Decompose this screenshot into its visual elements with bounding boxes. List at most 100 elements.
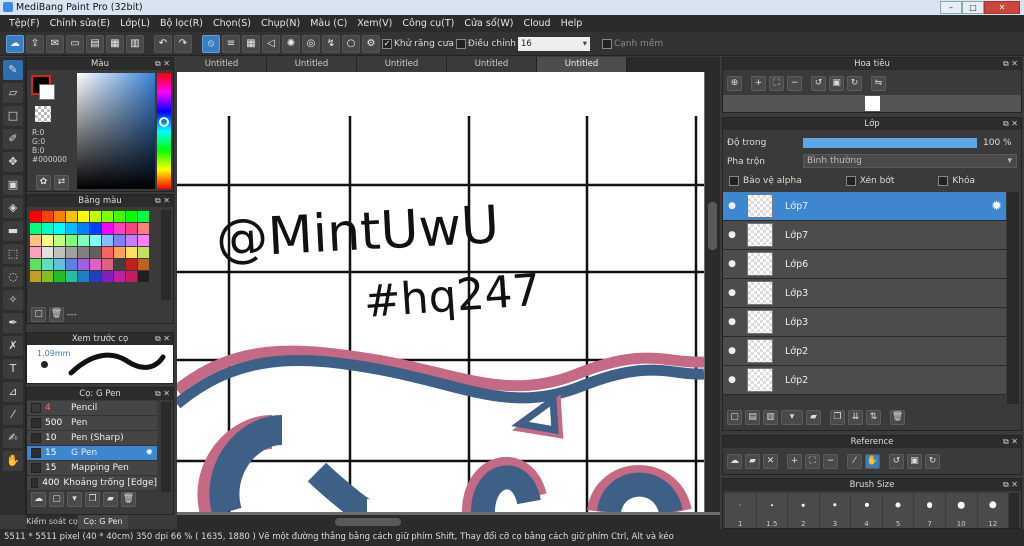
- brush-item[interactable]: 4 Pencil: [27, 401, 157, 416]
- menu-item-9[interactable]: Cửa sổ(W): [459, 18, 518, 29]
- brush-delete-icon[interactable]: 🗑: [121, 492, 136, 507]
- snap-off-icon[interactable]: ⦸: [202, 34, 220, 53]
- menu-item-1[interactable]: Chỉnh sửa(E): [45, 18, 116, 29]
- layer-row[interactable]: ● Lớp3: [723, 308, 1006, 337]
- layer-add-menu-icon[interactable]: ▾: [781, 410, 803, 425]
- brush-settings-icon[interactable]: ✹: [145, 448, 153, 458]
- palette-swatch[interactable]: [126, 259, 137, 270]
- palette-swatch[interactable]: [126, 271, 137, 282]
- palette-swatch[interactable]: [90, 223, 101, 234]
- palette-swatch[interactable]: [54, 259, 65, 270]
- layer-visibility-icon[interactable]: ●: [723, 230, 741, 240]
- ref-reset-icon[interactable]: ▣: [907, 454, 922, 469]
- palette-swatch[interactable]: [42, 247, 53, 258]
- palette-scrollbar[interactable]: [161, 210, 171, 300]
- menu-item-2[interactable]: Lớp(L): [115, 18, 155, 29]
- magic-wand-icon[interactable]: ✧: [3, 290, 23, 310]
- layer-row[interactable]: ● Lớp3: [723, 279, 1006, 308]
- document-tab[interactable]: Untitled: [447, 57, 537, 72]
- palette-swatch[interactable]: [42, 235, 53, 246]
- palette-swatch[interactable]: [90, 271, 101, 282]
- page-icon[interactable]: ▥: [126, 34, 144, 53]
- brush-item[interactable]: 15 G Pen ✹: [27, 446, 157, 461]
- brush-folder-icon[interactable]: ▰: [103, 492, 118, 507]
- secondary-color[interactable]: [39, 84, 55, 100]
- layer-row[interactable]: ● Lớp2: [723, 337, 1006, 366]
- brush-size-scrollbar[interactable]: [1009, 493, 1019, 528]
- palette-swatch[interactable]: [90, 259, 101, 270]
- clipping-checkbox[interactable]: [845, 176, 856, 186]
- hue-slider[interactable]: [157, 73, 171, 189]
- redo-icon[interactable]: ↷: [174, 34, 192, 53]
- snap-grid-icon[interactable]: ▦: [242, 34, 260, 53]
- select-pen-icon[interactable]: ✒: [3, 313, 23, 333]
- settings-icon[interactable]: ⚙: [362, 34, 380, 53]
- canvas-drawing[interactable]: @MintUwU #hq247: [177, 72, 704, 512]
- color-wheel-icon[interactable]: ✿: [36, 175, 51, 190]
- brush-size-cell[interactable]: 12: [977, 493, 1009, 528]
- palette-swatch[interactable]: [54, 223, 65, 234]
- palette-swatch[interactable]: [102, 223, 113, 234]
- layer-visibility-icon[interactable]: ●: [723, 259, 741, 269]
- brush-scrollbar[interactable]: [161, 402, 171, 492]
- adjust-checkbox[interactable]: [455, 38, 466, 49]
- lock-checkbox[interactable]: [938, 176, 949, 186]
- palette-swatch[interactable]: [102, 211, 113, 222]
- ref-hand-icon[interactable]: ✋: [865, 454, 880, 469]
- menu-item-3[interactable]: Bộ lọc(R): [155, 18, 208, 29]
- select-tool-icon[interactable]: ⬚: [3, 244, 23, 264]
- palette-swatch[interactable]: [138, 271, 149, 282]
- brush-size-cell[interactable]: 3: [819, 493, 851, 528]
- ref-rotate-right-icon[interactable]: ↻: [925, 454, 940, 469]
- palette-swatch[interactable]: [138, 235, 149, 246]
- gradient-tool-icon[interactable]: ▬: [3, 221, 23, 241]
- ref-fit-icon[interactable]: ⛶: [805, 454, 820, 469]
- eyedropper-icon[interactable]: ⁄: [3, 405, 23, 425]
- palette-swatch[interactable]: [114, 211, 125, 222]
- palette-swatch[interactable]: [54, 247, 65, 258]
- brush-tool-icon[interactable]: ✎: [3, 60, 23, 80]
- nav-rotate-left-icon[interactable]: ↺: [811, 76, 826, 91]
- ref-open-icon[interactable]: ▰: [745, 454, 760, 469]
- comment-icon[interactable]: ✉: [46, 34, 64, 53]
- palette-swatch[interactable]: [114, 235, 125, 246]
- palette-swatch[interactable]: [66, 271, 77, 282]
- palette-swatch[interactable]: [78, 223, 89, 234]
- layer-move-icon[interactable]: ⇅: [866, 410, 881, 425]
- palette-swatch[interactable]: [114, 223, 125, 234]
- palette-swatch[interactable]: [54, 211, 65, 222]
- navigator-preview[interactable]: [723, 95, 1021, 112]
- layer-merge-icon[interactable]: ⇊: [848, 410, 863, 425]
- palette-swatch[interactable]: [90, 235, 101, 246]
- palette-swatch[interactable]: [78, 271, 89, 282]
- document-tab[interactable]: Untitled: [267, 57, 357, 72]
- palette-swatch[interactable]: [138, 223, 149, 234]
- palette-swatch[interactable]: [114, 271, 125, 282]
- layer-visibility-icon[interactable]: ●: [723, 346, 741, 356]
- maximize-button[interactable]: □: [962, 1, 984, 14]
- blend-select[interactable]: Bình thường ▾: [803, 154, 1017, 168]
- palette-swatch[interactable]: [126, 211, 137, 222]
- palette-swatch[interactable]: [78, 211, 89, 222]
- cloud-icon[interactable]: ☁: [6, 34, 24, 53]
- palette-swatch[interactable]: [90, 211, 101, 222]
- ref-zoom-out-icon[interactable]: −: [823, 454, 838, 469]
- layer-visibility-icon[interactable]: ●: [723, 317, 741, 327]
- ref-eyedropper-icon[interactable]: ⁄: [847, 454, 862, 469]
- brush-new-icon[interactable]: ▢: [49, 492, 64, 507]
- ref-close-icon[interactable]: ✕: [763, 454, 778, 469]
- nav-zoom-fit-icon[interactable]: ⊕: [727, 76, 742, 91]
- undo-icon[interactable]: ↶: [154, 34, 172, 53]
- layer-visibility-icon[interactable]: ●: [723, 201, 741, 211]
- palette-swatch[interactable]: [102, 259, 113, 270]
- brush-item[interactable]: 15 Mapping Pen: [27, 461, 157, 476]
- palette-swatch[interactable]: [138, 247, 149, 258]
- palette-swatch[interactable]: [102, 235, 113, 246]
- menu-item-6[interactable]: Màu (C): [305, 18, 352, 29]
- soft-edge-checkbox[interactable]: [601, 38, 612, 49]
- protect-alpha-checkbox[interactable]: [729, 176, 739, 186]
- menu-item-7[interactable]: Xem(V): [352, 18, 397, 29]
- hand-tool-icon[interactable]: ✋: [3, 451, 23, 471]
- share-icon[interactable]: ⇪: [26, 34, 44, 53]
- palette-swatch[interactable]: [126, 223, 137, 234]
